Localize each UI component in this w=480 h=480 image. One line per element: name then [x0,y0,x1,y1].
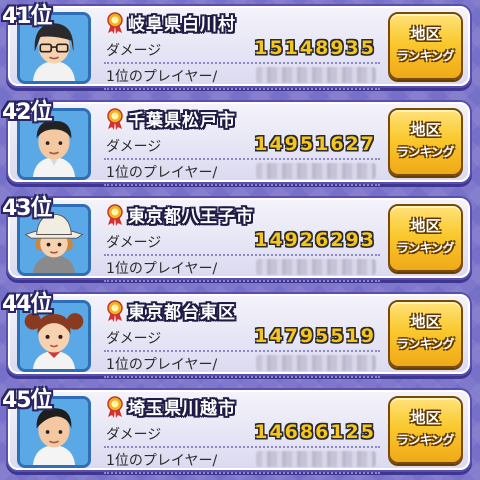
area-ranking-button-label: 地区 [410,25,441,43]
divider [104,62,380,64]
ranking-row: 45位 埼玉県川越市 ダメージ 14686125 1位のプレイヤー/ 地区 ラン… [0,384,480,474]
area-ranking-button[interactable]: 地区 ランキング [388,108,463,176]
divider [104,184,380,186]
ranking-row: 42位 千葉県松戸市 ダメージ 14951627 1位のプレイヤー/ 地区 ラン… [0,96,480,186]
damage-label: ダメージ [106,235,162,251]
top-player-label: 1位のプレイヤー/ [106,165,218,181]
area-ranking-button-label: 地区 [410,121,441,139]
divider [104,446,380,448]
award-ribbon-icon [107,204,123,226]
top-player-name-redacted [256,67,376,83]
rank-number: 45位 [2,388,53,413]
damage-label: ダメージ [106,427,162,443]
damage-value: 14951627 [254,133,376,155]
damage-label: ダメージ [106,331,162,347]
top-player-label: 1位のプレイヤー/ [106,453,218,469]
top-player-name-redacted [256,163,376,179]
area-ranking-button-sublabel: ランキング [396,433,455,447]
area-ranking-button-label: 地区 [410,313,441,331]
divider [104,472,380,474]
regional-ranking-list: 41位 岐阜県白川村 ダメージ 15148935 1位のプレイヤー/ 地区 ラン… [0,0,480,480]
area-ranking-button-sublabel: ランキング [396,49,455,63]
area-ranking-button-label: 地区 [410,217,441,235]
rank-number: 41位 [2,4,53,29]
rank-number: 44位 [2,292,53,317]
damage-value: 15148935 [254,37,376,59]
top-player-name-redacted [256,451,376,467]
top-player-label: 1位のプレイヤー/ [106,357,218,373]
ranking-row: 44位 東京都台東区 ダメージ 14795519 1位のプレイヤー/ 地区 ラン… [0,288,480,378]
area-ranking-button-sublabel: ランキング [396,337,455,351]
region-name: 東京都八王子市 [128,207,254,227]
damage-value: 14926293 [254,229,376,251]
ranking-row: 43位 東京都八王子市 ダメージ 14926293 1位のプレイヤー/ 地区 ラ… [0,192,480,282]
area-ranking-button-sublabel: ランキング [396,241,455,255]
ranking-row: 41位 岐阜県白川村 ダメージ 15148935 1位のプレイヤー/ 地区 ラン… [0,0,480,90]
damage-label: ダメージ [106,43,162,59]
award-ribbon-icon [107,108,123,130]
area-ranking-button-sublabel: ランキング [396,145,455,159]
area-ranking-button[interactable]: 地区 ランキング [388,300,463,368]
region-name: 岐阜県白川村 [128,15,236,35]
region-name: 東京都台東区 [128,303,236,323]
area-ranking-button[interactable]: 地区 ランキング [388,396,463,464]
damage-value: 14795519 [254,325,376,347]
divider [104,280,380,282]
damage-label: ダメージ [106,139,162,155]
area-ranking-button[interactable]: 地区 ランキング [388,204,463,272]
top-player-label: 1位のプレイヤー/ [106,261,218,277]
divider [104,88,380,90]
area-ranking-button-label: 地区 [410,409,441,427]
top-player-label: 1位のプレイヤー/ [106,69,218,85]
damage-value: 14686125 [254,421,376,443]
area-ranking-button[interactable]: 地区 ランキング [388,12,463,80]
rank-number: 43位 [2,196,53,221]
region-name: 千葉県松戸市 [128,111,236,131]
top-player-name-redacted [256,259,376,275]
divider [104,254,380,256]
award-ribbon-icon [107,12,123,34]
top-player-name-redacted [256,355,376,371]
divider [104,158,380,160]
divider [104,350,380,352]
divider [104,376,380,378]
region-name: 埼玉県川越市 [128,399,236,419]
award-ribbon-icon [107,300,123,322]
rank-number: 42位 [2,100,53,125]
award-ribbon-icon [107,396,123,418]
